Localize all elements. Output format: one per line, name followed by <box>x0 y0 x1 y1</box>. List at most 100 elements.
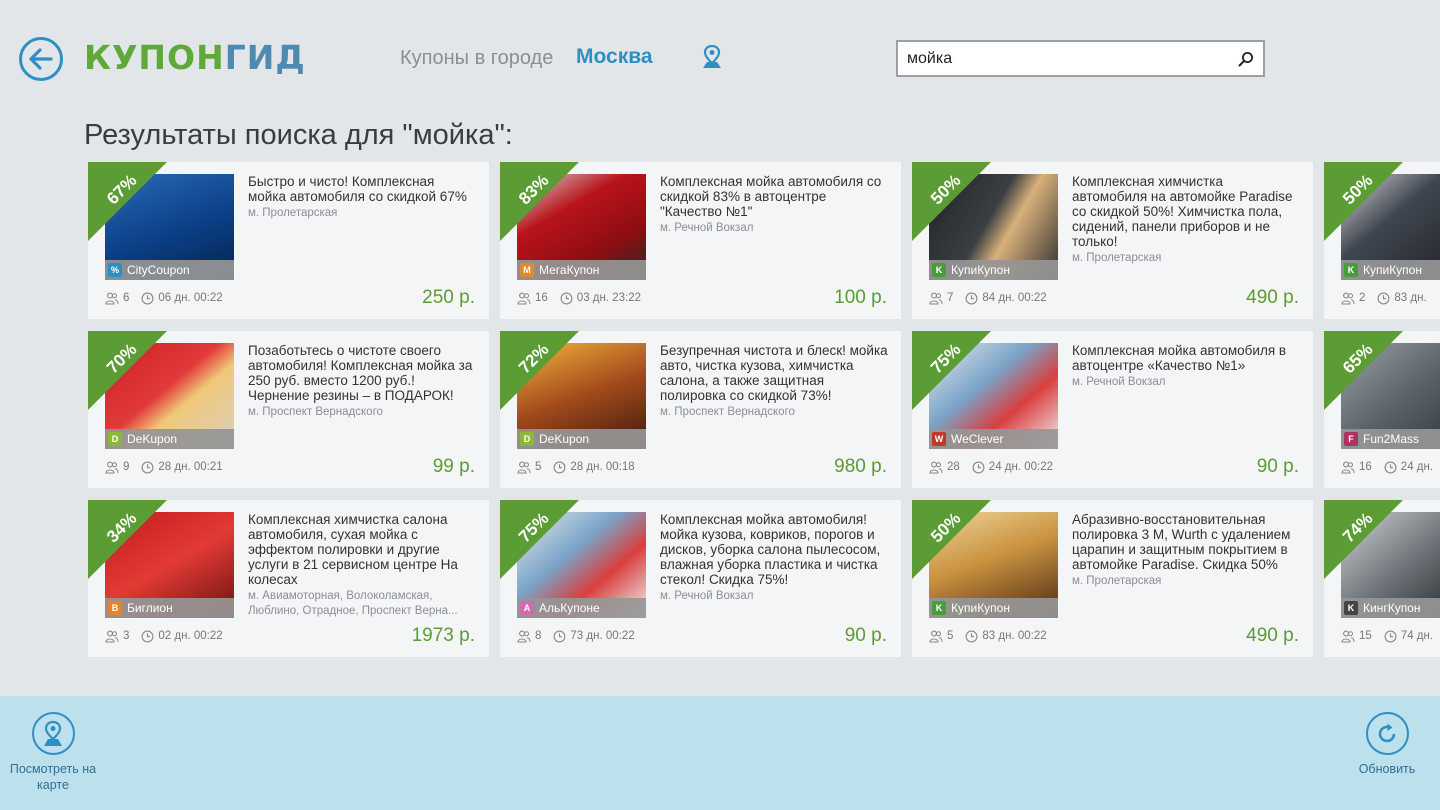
coupon-footer: 5 28 дн. 00:18 980 р. <box>517 455 887 479</box>
coupon-card[interactable]: D DeKupon 70% Позаботьтесь о чистоте сво… <box>88 331 489 488</box>
coupon-price: 1973 р. <box>411 625 475 646</box>
coupon-title-text: Безупречная чистота и блеск! мойка авто,… <box>660 343 888 403</box>
buyers-value: 9 <box>123 461 130 473</box>
search-icon[interactable] <box>1229 42 1263 75</box>
back-button[interactable] <box>19 37 63 81</box>
clock-icon <box>560 292 573 304</box>
time-left-value: 03 дн. 23:22 <box>576 292 642 304</box>
time-left: 03 дн. 23:22 <box>560 292 641 305</box>
view-on-map-button[interactable]: Посмотреть на карте <box>8 712 98 793</box>
coupon-footer: 2 83 дн. <box>1341 286 1440 310</box>
provider-logo-icon: K <box>932 263 946 277</box>
provider-logo-icon: F <box>1344 432 1358 446</box>
discount-ribbon: 70% <box>88 331 172 415</box>
buyers-value: 16 <box>535 292 548 304</box>
refresh-button[interactable]: Обновить <box>1352 712 1422 777</box>
location-pin-icon[interactable] <box>700 44 724 70</box>
discount-value: 83% <box>500 162 583 243</box>
provider-badge: A АльКупоне <box>517 598 646 618</box>
coupon-card[interactable]: B Биглион 34% Комплексная химчистка сало… <box>88 500 489 657</box>
clock-icon <box>553 461 566 473</box>
coupon-footer: 16 24 дн. <box>1341 455 1440 479</box>
time-left: 28 дн. 00:18 <box>553 461 635 474</box>
time-left: 02 дн. 00:22 <box>141 630 223 643</box>
coupon-title: Абразивно-восстановительная полировка 3 … <box>1072 512 1300 589</box>
clock-icon <box>141 630 154 642</box>
clock-icon <box>972 461 985 473</box>
buyers-icon <box>105 292 119 305</box>
time-left: 24 дн. 00:22 <box>972 461 1053 474</box>
time-left-value: 24 дн. <box>1400 461 1434 473</box>
time-left-value: 24 дн. 00:22 <box>988 461 1054 473</box>
coupon-card[interactable]: K КупиКупон 50% 2 83 дн. <box>1324 162 1440 319</box>
discount-value: 75% <box>500 500 583 581</box>
discount-ribbon: 50% <box>912 500 996 584</box>
provider-badge: М МегаКупон <box>517 260 646 280</box>
refresh-label: Обновить <box>1358 762 1416 776</box>
coupon-card[interactable]: K КупиКупон 50% Абразивно-восстановитель… <box>912 500 1313 657</box>
buyers-value: 5 <box>947 630 954 642</box>
provider-badge: K КупиКупон <box>929 598 1058 618</box>
buyers-icon <box>1341 292 1355 305</box>
city-selector[interactable]: Москва <box>576 45 653 69</box>
coupon-card[interactable]: A АльКупоне 75% Комплексная мойка автомо… <box>500 500 901 657</box>
buyers-icon <box>929 292 943 305</box>
coupon-title-text: Комплексная мойка автомобиля в автоцентр… <box>1072 343 1287 373</box>
coupon-card[interactable]: М МегаКупон 83% Комплексная мойка автомо… <box>500 162 901 319</box>
time-left-value: 83 дн. 00:22 <box>982 630 1047 642</box>
time-left-value: 06 дн. 00:22 <box>158 292 223 304</box>
provider-logo-icon: М <box>520 263 534 277</box>
time-left: 06 дн. 00:22 <box>141 292 223 305</box>
metro-station: м. Речной Вокзал <box>660 222 754 234</box>
map-pin-icon <box>44 720 62 746</box>
buyers-value: 15 <box>1359 630 1372 642</box>
coupon-card[interactable]: D DeKupon 72% Безупречная чистота и блес… <box>500 331 901 488</box>
coupon-price: 250 р. <box>422 287 475 308</box>
coupon-card[interactable]: K КингКупон 74% 15 74 дн. <box>1324 500 1440 657</box>
clock-icon <box>553 630 566 642</box>
provider-badge: B Биглион <box>105 598 234 618</box>
coupon-title-text: Комплексная химчистка автомобиля на авто… <box>1072 174 1293 249</box>
search-input[interactable] <box>898 42 1229 75</box>
discount-ribbon: 34% <box>88 500 172 584</box>
buyers-count: 3 <box>105 630 129 643</box>
buyers-count: 16 <box>1341 461 1372 474</box>
buyers-count: 2 <box>1341 292 1365 305</box>
provider-badge: D DeKupon <box>105 429 234 449</box>
buyers-icon <box>105 630 119 643</box>
discount-ribbon: 75% <box>500 500 584 584</box>
provider-name: WeClever <box>951 432 1004 446</box>
provider-logo-icon: % <box>108 263 122 277</box>
provider-name: DeKupon <box>539 432 590 446</box>
coupon-card[interactable]: K КупиКупон 50% Комплексная химчистка ав… <box>912 162 1313 319</box>
coupon-card[interactable]: W WeClever 75% Комплексная мойка автомоб… <box>912 331 1313 488</box>
time-left: 73 дн. 00:22 <box>553 630 635 643</box>
buyers-value: 5 <box>535 461 542 473</box>
buyers-icon <box>929 630 943 643</box>
time-left-value: 28 дн. 00:18 <box>570 461 635 473</box>
provider-name: DeKupon <box>127 432 178 446</box>
coupon-footer: 6 06 дн. 00:22 250 р. <box>105 286 475 310</box>
coupon-footer: 7 84 дн. 00:22 490 р. <box>929 286 1299 310</box>
buyers-value: 8 <box>535 630 542 642</box>
clock-icon <box>1384 461 1397 473</box>
clock-icon <box>141 461 154 473</box>
coupon-title-text: Быстро и чисто! Комплексная мойка автомо… <box>248 174 467 204</box>
coupon-card[interactable]: % CityCoupon 67% Быстро и чисто! Комплек… <box>88 162 489 319</box>
time-left: 24 дн. <box>1384 461 1433 474</box>
results-title: Результаты поиска для "мойка": <box>84 119 513 151</box>
coupon-card[interactable]: F Fun2Mass 65% 16 24 дн. <box>1324 331 1440 488</box>
time-left-value: 73 дн. 00:22 <box>570 630 635 642</box>
coupon-footer: 3 02 дн. 00:22 1973 р. <box>105 624 475 648</box>
buyers-count: 15 <box>1341 630 1372 643</box>
provider-name: АльКупоне <box>539 601 600 615</box>
provider-badge: K КупиКупон <box>929 260 1058 280</box>
time-left: 74 дн. <box>1384 630 1433 643</box>
time-left-value: 74 дн. <box>1400 630 1434 642</box>
provider-name: CityCoupon <box>127 263 190 277</box>
coupon-price: 90 р. <box>844 625 887 646</box>
coupon-price: 490 р. <box>1246 287 1299 308</box>
discount-value: 50% <box>1324 162 1407 243</box>
buyers-value: 3 <box>123 630 130 642</box>
time-left-value: 02 дн. 00:22 <box>158 630 223 642</box>
